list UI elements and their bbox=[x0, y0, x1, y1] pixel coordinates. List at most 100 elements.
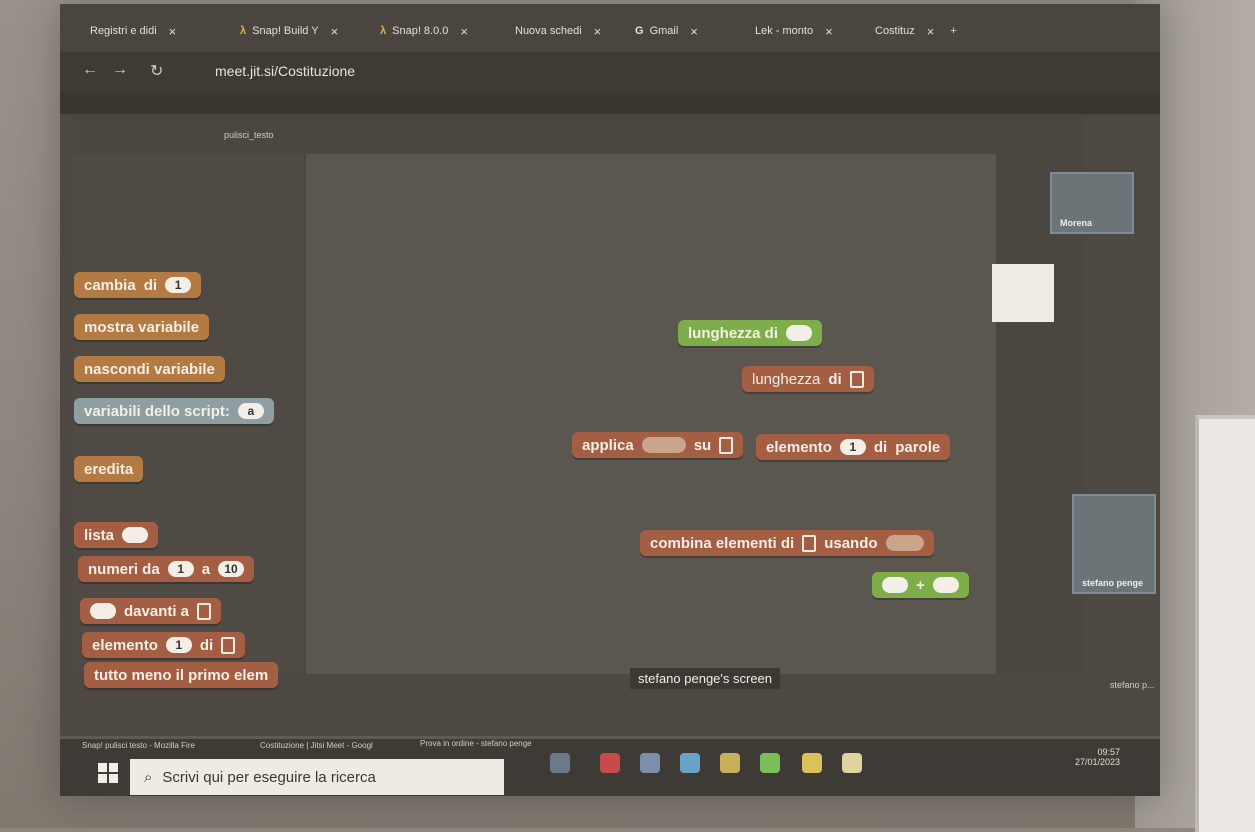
block-label: usando bbox=[824, 534, 878, 552]
tab-snap-800[interactable]: λ Snap! 8.0.0 × bbox=[380, 20, 468, 42]
taskbar-window-snap[interactable]: Snap! pulisci testo - Mozilla Fire bbox=[82, 741, 195, 750]
block-label: elemento bbox=[766, 438, 832, 456]
block-label: eredita bbox=[84, 460, 134, 478]
block-davanti-a[interactable]: davanti a bbox=[80, 598, 222, 624]
tab-costituzione[interactable]: Costituz × + bbox=[875, 20, 957, 42]
block-elemento-palette[interactable]: elemento 1 di bbox=[82, 632, 246, 658]
participant-tile-top[interactable]: Morena bbox=[1050, 172, 1134, 234]
block-label: di bbox=[873, 438, 888, 456]
block-label: di bbox=[143, 276, 158, 294]
list-icon bbox=[849, 370, 864, 388]
block-label: lista bbox=[84, 526, 115, 544]
camera-app-icon[interactable] bbox=[680, 753, 700, 773]
tab-label: Nuova schedi bbox=[515, 25, 582, 37]
block-applica[interactable]: applica su bbox=[572, 432, 744, 458]
block-label: tutto meno il primo elem bbox=[94, 666, 269, 684]
close-icon[interactable]: × bbox=[690, 24, 698, 39]
list-icon bbox=[802, 534, 817, 552]
reload-icon[interactable]: ↻ bbox=[150, 61, 163, 81]
back-icon[interactable]: ← bbox=[82, 61, 98, 79]
block-slot[interactable] bbox=[122, 527, 149, 543]
app-icon[interactable] bbox=[600, 753, 620, 773]
taskbar-window-jitsi[interactable]: Costituzione | Jitsi Meet - Googl bbox=[260, 741, 373, 750]
block-numeri-da[interactable]: numeri da 1 a 10 bbox=[78, 556, 255, 582]
tab-label: Costituz bbox=[875, 25, 915, 37]
windows-start-icon[interactable] bbox=[98, 763, 118, 783]
tab-registri[interactable]: Registri e didi × bbox=[90, 20, 176, 42]
taskbar-window-prova[interactable]: Prova in ordine - stefano penge bbox=[420, 739, 532, 748]
block-label: di bbox=[199, 636, 214, 654]
block-slot[interactable] bbox=[786, 325, 812, 341]
close-icon[interactable]: × bbox=[825, 24, 833, 39]
app-icon[interactable] bbox=[760, 753, 780, 773]
tab-label: Lek - monto bbox=[755, 25, 814, 37]
block-slot[interactable]: 1 bbox=[165, 277, 192, 293]
block-slot[interactable]: a bbox=[237, 403, 264, 419]
taskbar-search[interactable]: ⌕ Scrivi qui per eseguire la ricerca bbox=[130, 759, 504, 795]
block-elemento-script[interactable]: elemento 1 di parole bbox=[756, 434, 951, 460]
block-eredita[interactable]: eredita bbox=[74, 456, 144, 482]
block-slot[interactable] bbox=[932, 577, 959, 593]
participant-name: stefano penge bbox=[1082, 578, 1144, 588]
block-slot[interactable] bbox=[882, 577, 908, 593]
block-variabili-script[interactable]: variabili dello script: a bbox=[74, 398, 274, 424]
script-area[interactable]: lunghezza di lunghezza di applica su ele… bbox=[306, 154, 996, 674]
tab-snap-build[interactable]: λ Snap! Build Y × bbox=[240, 20, 338, 42]
block-slot[interactable]: 10 bbox=[218, 561, 245, 577]
close-icon[interactable]: × bbox=[594, 24, 602, 39]
block-label: mostra variabile bbox=[84, 318, 200, 336]
block-lista[interactable]: lista bbox=[74, 522, 159, 548]
chrome-icon[interactable] bbox=[802, 753, 822, 773]
app-icon[interactable] bbox=[640, 753, 660, 773]
close-icon[interactable]: × bbox=[169, 24, 177, 39]
lambda-icon: λ bbox=[240, 25, 247, 37]
block-tutto-meno[interactable]: tutto meno il primo elem bbox=[84, 662, 279, 688]
address-bar: ← → ↻ meet.jit.si/Costituzione bbox=[60, 52, 1160, 92]
block-label: variabili dello script: bbox=[84, 402, 230, 420]
block-combina[interactable]: combina elementi di usando bbox=[640, 530, 934, 556]
forward-icon[interactable]: → bbox=[112, 61, 128, 79]
lambda-icon: λ bbox=[380, 25, 387, 37]
block-nascondi-variabile[interactable]: nascondi variabile bbox=[74, 356, 225, 382]
list-icon bbox=[221, 636, 236, 654]
app-icon[interactable] bbox=[842, 753, 862, 773]
block-plus[interactable]: + bbox=[872, 572, 969, 598]
task-view-icon[interactable] bbox=[550, 753, 570, 773]
browser-tabbar: Registri e didi × λ Snap! Build Y × λ Snap! … bbox=[60, 4, 1160, 52]
tab-nuova-scheda[interactable]: Nuova schedi × bbox=[515, 20, 601, 42]
close-icon[interactable]: × bbox=[331, 24, 339, 39]
screen-share-label: stefano penge's screen bbox=[630, 668, 781, 689]
file-explorer-icon[interactable] bbox=[720, 753, 740, 773]
block-lunghezza-list[interactable]: lunghezza di bbox=[742, 366, 874, 392]
block-cambia[interactable]: cambia di 1 bbox=[74, 272, 202, 298]
block-slot[interactable]: 1 bbox=[839, 439, 866, 455]
participant-tile-stefano[interactable]: stefano penge bbox=[1072, 494, 1156, 594]
url-field[interactable]: meet.jit.si/Costituzione bbox=[215, 63, 355, 79]
block-label: su bbox=[693, 436, 712, 454]
whiteboard bbox=[1195, 415, 1255, 832]
block-slot[interactable]: 1 bbox=[165, 637, 192, 653]
block-slot[interactable] bbox=[90, 603, 116, 619]
project-title: pulisci_testo bbox=[224, 130, 274, 140]
block-palette: cambia di 1 mostra variabile nascondi va… bbox=[74, 154, 304, 688]
ring-slot[interactable] bbox=[641, 437, 686, 453]
block-mostra-variabile[interactable]: mostra variabile bbox=[74, 314, 210, 340]
google-icon: G bbox=[635, 25, 644, 37]
ring-slot[interactable] bbox=[885, 535, 924, 551]
block-dropdown[interactable]: lunghezza bbox=[752, 371, 820, 388]
new-tab-icon[interactable]: + bbox=[950, 25, 956, 37]
tab-gmail[interactable]: G Gmail × bbox=[635, 20, 698, 42]
block-lunghezza-di-text[interactable]: lunghezza di bbox=[678, 320, 822, 346]
snap-stage[interactable] bbox=[992, 264, 1054, 322]
variable-parole[interactable]: parole bbox=[895, 439, 940, 456]
clock-time: 09:57 bbox=[1097, 747, 1120, 757]
block-label: numeri da bbox=[88, 560, 160, 578]
block-label: davanti a bbox=[124, 602, 190, 620]
close-icon[interactable]: × bbox=[927, 24, 935, 39]
tab-lek[interactable]: Lek - monto × bbox=[755, 20, 833, 42]
tab-label: Gmail bbox=[649, 25, 679, 37]
search-placeholder: Scrivi qui per eseguire la ricerca bbox=[162, 768, 376, 786]
system-tray[interactable]: 09:57 27/01/2023 bbox=[1075, 747, 1120, 767]
close-icon[interactable]: × bbox=[460, 24, 468, 39]
block-slot[interactable]: 1 bbox=[167, 561, 194, 577]
